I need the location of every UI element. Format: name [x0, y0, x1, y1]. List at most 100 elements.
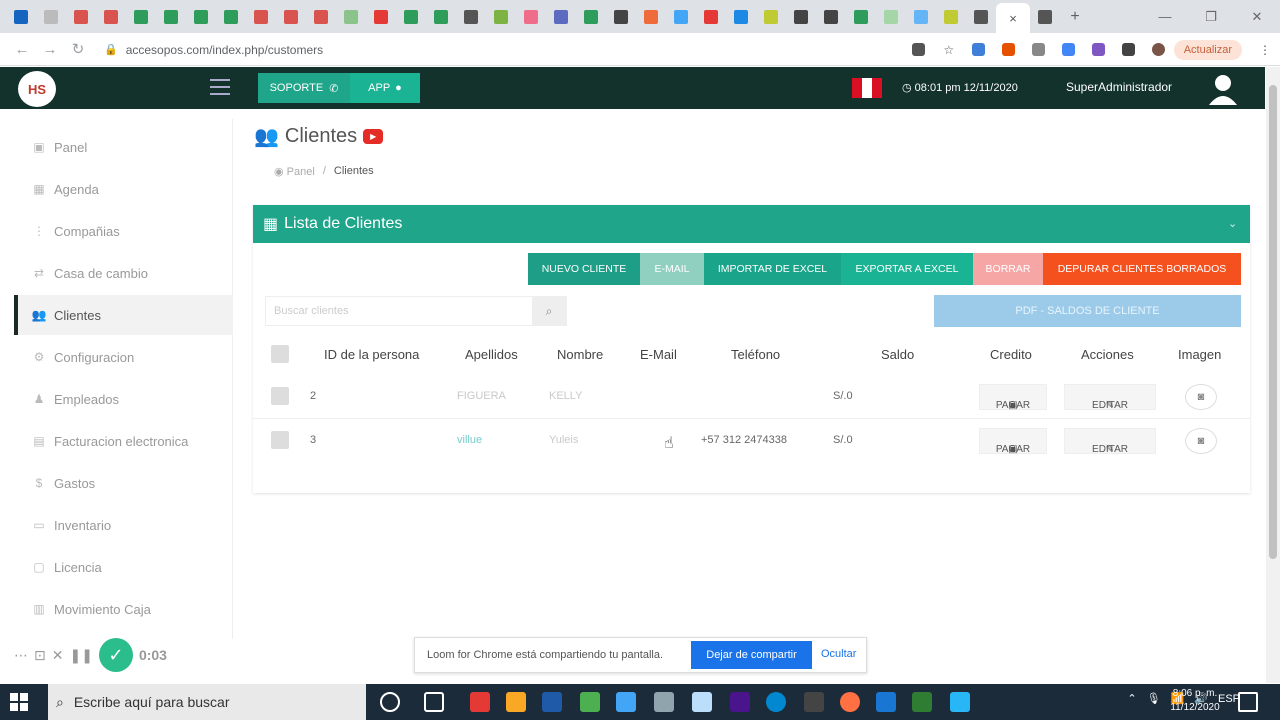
notification-icon[interactable] [1238, 692, 1258, 712]
close-window-icon[interactable]: ✕ [1234, 0, 1280, 33]
minimize-icon[interactable]: — [1142, 0, 1188, 33]
firefox-icon[interactable] [840, 692, 860, 712]
tab-favicon[interactable] [546, 0, 576, 33]
hide-bar-button[interactable]: Ocultar [821, 648, 856, 660]
cortana-icon[interactable] [380, 692, 400, 712]
windows-start-icon[interactable] [10, 693, 28, 711]
pdf-balances-button[interactable]: PDF - SALDOS DE CLIENTE [934, 295, 1241, 327]
star-icon[interactable]: ☆ [934, 37, 964, 62]
scrollbar-thumb[interactable] [1269, 85, 1277, 559]
tab-close-icon[interactable]: × [1009, 11, 1017, 26]
camera-icon[interactable]: ◙ [1185, 384, 1217, 410]
tab-favicon[interactable] [96, 0, 126, 33]
tab-favicon[interactable] [306, 0, 336, 33]
reload-icon[interactable]: ↻ [64, 40, 92, 58]
camera-icon[interactable]: ◙ [1185, 428, 1217, 454]
tab-favicon[interactable] [756, 0, 786, 33]
address-bar[interactable]: 🔒 accesopos.com/index.php/customers [104, 37, 974, 62]
tab-favicon[interactable] [216, 0, 246, 33]
user-name[interactable]: SuperAdministrador [1066, 80, 1172, 94]
tab-favicon[interactable] [126, 0, 156, 33]
new-client-button[interactable]: NUEVO CLIENTE [528, 253, 640, 285]
tab-favicon[interactable] [1030, 0, 1060, 33]
maximize-icon[interactable]: ❐ [1188, 0, 1234, 33]
profile-avatar[interactable] [1144, 37, 1174, 62]
sidebar-item-gastos[interactable]: $ Gastos [14, 463, 233, 503]
tab-favicon[interactable] [816, 0, 846, 33]
sidebar-item-clientes[interactable]: 👥 Clientes [14, 295, 233, 335]
extension-icon[interactable] [1054, 37, 1084, 62]
taskbar-search[interactable]: ⌕ Escribe aquí para buscar [48, 684, 366, 720]
tab-favicon[interactable] [726, 0, 756, 33]
tab-favicon[interactable] [906, 0, 936, 33]
tab-favicon[interactable] [606, 0, 636, 33]
new-tab-button[interactable]: + [1060, 8, 1090, 26]
sidebar-item-movimiento-caja[interactable]: ▥ Movimiento Caja [14, 589, 233, 629]
pay-button[interactable]: ▣ PAGAR [979, 428, 1047, 455]
app-icon[interactable] [804, 692, 824, 712]
sidebar-item-companias[interactable]: ⋮ Compañias [14, 211, 233, 251]
tab-favicon[interactable] [336, 0, 366, 33]
column-header[interactable]: Apellidos [465, 347, 518, 362]
app-button[interactable]: APP ● [350, 73, 420, 103]
premiere-icon[interactable] [730, 692, 750, 712]
tab-favicon[interactable] [246, 0, 276, 33]
app-icon[interactable] [654, 692, 674, 712]
row-checkbox[interactable] [271, 431, 289, 449]
sidebar-item-casa-de-cambio[interactable]: ⇄ Casa de cambio [14, 253, 233, 293]
sidebar-item-agenda[interactable]: ▦ Agenda [14, 169, 233, 209]
more-icon[interactable]: ⋯ [14, 647, 28, 664]
taskbar-clock[interactable]: 8:06 p. m. 11/12/2020 [1163, 687, 1227, 715]
extension-icon[interactable] [964, 37, 994, 62]
app-logo[interactable]: HS [18, 71, 56, 107]
tab-favicon[interactable] [936, 0, 966, 33]
microphone-icon[interactable]: 🎙 [1147, 692, 1161, 705]
finish-recording-icon[interactable]: ✓ [98, 638, 133, 672]
tab-favicon[interactable] [186, 0, 216, 33]
column-header[interactable]: Teléfono [731, 347, 780, 362]
cell-apellidos[interactable]: villue [457, 434, 482, 446]
tab-favicon[interactable] [426, 0, 456, 33]
update-button[interactable]: Actualizar [1173, 39, 1242, 60]
extension-icon[interactable] [1024, 37, 1054, 62]
crop-icon[interactable]: ⊡ [34, 647, 46, 664]
menu-icon[interactable]: ⋮ [1250, 37, 1280, 62]
outlook-icon[interactable] [876, 692, 896, 712]
email-button[interactable]: E-MAIL [640, 253, 704, 285]
tab-favicon[interactable] [786, 0, 816, 33]
column-header[interactable]: Nombre [557, 347, 603, 362]
edit-button[interactable]: ✎ EDITAR [1064, 428, 1156, 455]
word-icon[interactable] [542, 692, 562, 712]
tab-favicon[interactable] [966, 0, 996, 33]
tab-favicon[interactable] [636, 0, 666, 33]
excel-icon[interactable] [912, 692, 932, 712]
pause-icon[interactable]: ❚❚ [69, 647, 92, 664]
app-icon[interactable] [692, 692, 712, 712]
sidebar-item-empleados[interactable]: ♟ Empleados [14, 379, 233, 419]
extension-icon[interactable] [994, 37, 1024, 62]
sidebar-item-facturacion[interactable]: ▤ Facturacion electronica [14, 421, 233, 461]
task-view-icon[interactable] [424, 692, 444, 712]
app-icon[interactable] [470, 692, 490, 712]
soporte-button[interactable]: SOPORTE ✆ [258, 73, 350, 103]
column-header[interactable]: E-Mail [640, 347, 677, 362]
user-avatar-icon[interactable] [1208, 73, 1238, 105]
back-icon[interactable]: ← [8, 41, 36, 58]
sidebar-item-licencia[interactable]: ▢ Licencia [14, 547, 233, 587]
puzzle-icon[interactable] [1114, 37, 1144, 62]
tab-favicon[interactable] [396, 0, 426, 33]
search-input[interactable]: Buscar clientes ⌕ [265, 296, 567, 326]
delete-button[interactable]: BORRAR [973, 253, 1043, 285]
collapse-icon[interactable]: ⌄ [1228, 217, 1242, 231]
search-icon[interactable]: ⌕ [532, 297, 566, 325]
tab-favicon[interactable] [696, 0, 726, 33]
export-excel-button[interactable]: EXPORTAR A EXCEL [841, 253, 973, 285]
column-header[interactable]: ID de la persona [324, 347, 419, 362]
purge-deleted-button[interactable]: DEPURAR CLIENTES BORRADOS [1043, 253, 1241, 285]
tab-favicon[interactable] [366, 0, 396, 33]
row-checkbox[interactable] [271, 387, 289, 405]
file-explorer-icon[interactable] [506, 692, 526, 712]
tab-favicon[interactable] [66, 0, 96, 33]
youtube-icon[interactable]: ▶ [363, 129, 384, 144]
edge-icon[interactable] [766, 692, 786, 712]
